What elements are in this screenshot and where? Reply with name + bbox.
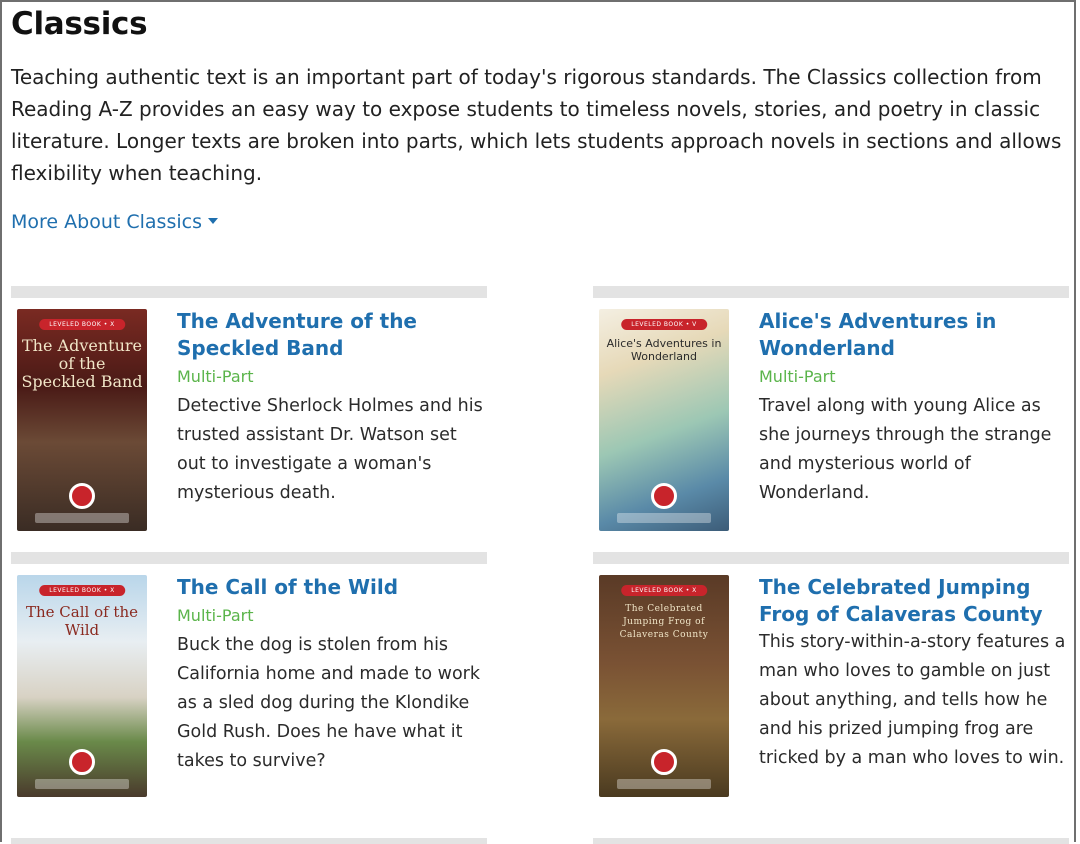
- cover-footer: [617, 779, 711, 789]
- card-divider: [11, 286, 487, 298]
- card-divider: [593, 286, 1069, 298]
- cover-title: The Celebrated Jumping Frog of Calaveras…: [619, 604, 709, 640]
- multi-part-tag: Multi-Part: [177, 606, 254, 625]
- level-seal-icon: [69, 749, 95, 775]
- cover-badge: LEVELED BOOK • V: [621, 319, 707, 330]
- book-description: Travel along with young Alice as she jou…: [759, 396, 1052, 503]
- multi-part-tag: Multi-Part: [759, 367, 836, 386]
- card-divider: [11, 552, 487, 564]
- card-divider: [11, 838, 487, 844]
- book-cover[interactable]: LEVELED BOOK • X The Celebrated Jumping …: [599, 575, 729, 797]
- cover-title: Alice's Adventures in Wonderland: [606, 337, 722, 363]
- cover-badge: LEVELED BOOK • X: [39, 319, 125, 330]
- book-description: Detective Sherlock Holmes and his truste…: [177, 396, 483, 503]
- page-title: Classics: [11, 6, 148, 42]
- book-cover[interactable]: LEVELED BOOK • V Alice's Adventures in W…: [599, 309, 729, 531]
- card-divider: [593, 552, 1069, 564]
- level-seal-icon: [69, 483, 95, 509]
- book-title[interactable]: The Call of the Wild: [177, 574, 487, 601]
- book-card: LEVELED BOOK • X The Celebrated Jumping …: [593, 552, 1069, 812]
- intro-text: Teaching authentic text is an important …: [11, 65, 1062, 185]
- book-title[interactable]: The Celebrated Jumping Frog of Calaveras…: [759, 574, 1069, 628]
- cover-footer: [35, 513, 129, 523]
- book-title[interactable]: Alice's Adventures in Wonderland: [759, 308, 1069, 362]
- book-description: This story-within-a-story features a man…: [759, 632, 1066, 768]
- cover-title: The Call of the Wild: [25, 603, 138, 639]
- book-card: LEVELED BOOK • X The Call of the Wild Th…: [11, 552, 487, 802]
- cover-badge: LEVELED BOOK • X: [39, 585, 125, 596]
- cover-footer: [617, 513, 711, 523]
- book-card: LEVELED BOOK • X The Adventure of the Sp…: [11, 286, 487, 536]
- cover-title: The Adventure of the Speckled Band: [21, 336, 143, 391]
- more-about-link[interactable]: More About Classics: [11, 211, 218, 233]
- level-seal-icon: [651, 483, 677, 509]
- book-cover[interactable]: LEVELED BOOK • X The Adventure of the Sp…: [17, 309, 147, 531]
- book-card: LEVELED BOOK • V Alice's Adventures in W…: [593, 286, 1069, 536]
- book-cover[interactable]: LEVELED BOOK • X The Call of the Wild: [17, 575, 147, 797]
- more-about-label: More About Classics: [11, 211, 202, 233]
- card-divider: [593, 838, 1069, 844]
- cover-footer: [35, 779, 129, 789]
- book-description: Buck the dog is stolen from his Californ…: [177, 635, 481, 771]
- multi-part-tag: Multi-Part: [177, 367, 254, 386]
- level-seal-icon: [651, 749, 677, 775]
- cover-badge: LEVELED BOOK • X: [621, 585, 707, 596]
- book-title[interactable]: The Adventure of the Speckled Band: [177, 308, 487, 362]
- caret-down-icon: [207, 217, 218, 224]
